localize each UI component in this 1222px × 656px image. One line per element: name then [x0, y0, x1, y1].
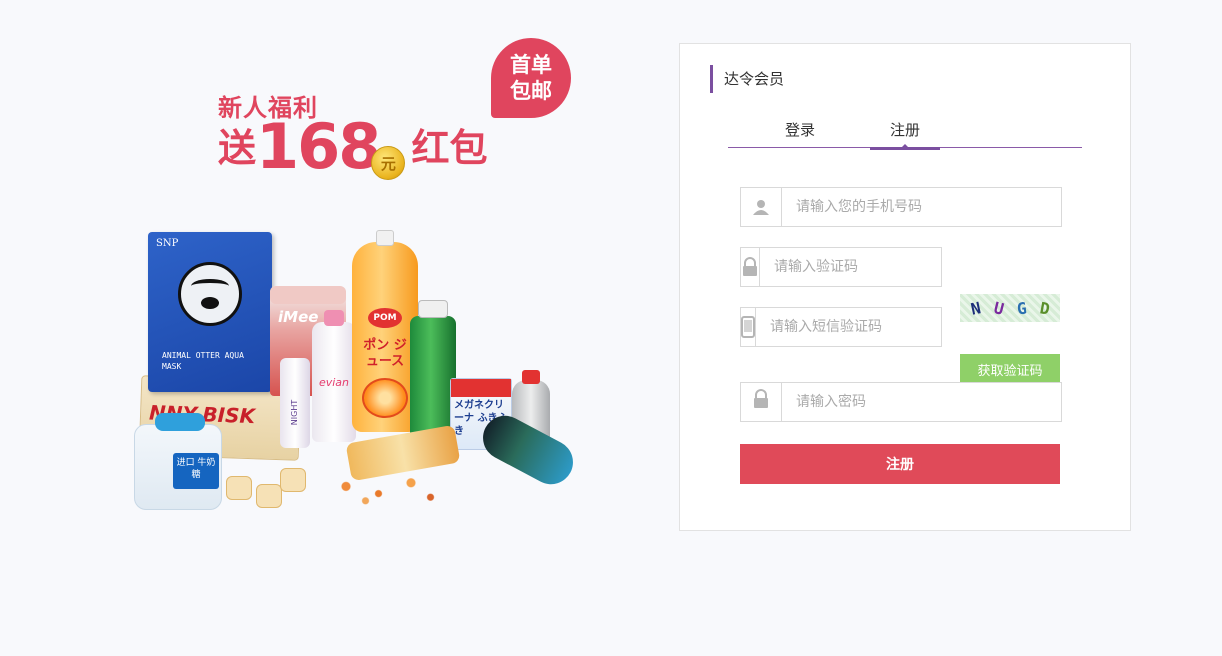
register-submit-button[interactable]: 注册	[740, 444, 1060, 484]
promo-send-text: 送	[218, 126, 257, 170]
sms-code-field	[740, 307, 944, 347]
captcha-char: U	[991, 297, 1006, 319]
tab-register-label: 注册	[889, 121, 920, 139]
evian-cap	[324, 310, 344, 326]
lock-icon	[741, 248, 760, 286]
evian-label: evian	[318, 376, 350, 389]
promo-offer: 送 168 元 红包	[218, 108, 488, 183]
milk-candy-jar-image: 进口 牛奶糖	[134, 413, 222, 510]
captcha-char: D	[1038, 297, 1051, 319]
badge-line1: 首单	[510, 53, 552, 77]
captcha-input[interactable]	[760, 248, 948, 286]
promo-amount: 168	[256, 110, 381, 183]
get-sms-code-button[interactable]: 获取验证码	[960, 354, 1060, 384]
mask-caption: ANIMAL OTTER AQUA MASK	[162, 351, 244, 371]
captcha-field	[740, 247, 948, 287]
product-illustration: NNY-BISK SNP ANIMAL OTTER AQUA MASK iMee…	[130, 228, 581, 518]
tin-lid	[270, 286, 346, 304]
tab-login[interactable]: 登录	[765, 114, 835, 148]
password-input[interactable]	[782, 383, 1061, 421]
lock-icon	[741, 383, 782, 421]
password-field	[740, 382, 1062, 422]
user-icon	[741, 188, 782, 226]
small-bottle-cap	[522, 370, 540, 384]
jar-label: 进口 牛奶糖	[173, 453, 219, 489]
panel-title: 达令会员	[710, 65, 784, 93]
spray-label: NIGHT	[290, 399, 300, 426]
promo-banner: 新人福利 送 168 元 红包 首单 包邮 NNY-BISK SNP ANIMA…	[0, 0, 660, 656]
captcha-image[interactable]: N U G D	[960, 294, 1060, 322]
captcha-char: G	[1015, 298, 1028, 318]
jar-cap	[155, 413, 205, 431]
tin-label: iMee	[278, 308, 319, 326]
green-bottle-pump	[418, 300, 448, 318]
snack-crumbs-image	[320, 472, 450, 508]
face-mask-box-image: SNP ANIMAL OTTER AQUA MASK	[148, 232, 272, 392]
mobile-phone-icon	[741, 308, 756, 346]
spray-bottle-image: NIGHT	[280, 358, 310, 448]
lens-wipes-header	[451, 379, 511, 397]
register-panel: 达令会员 登录 注册 N U G D	[679, 43, 1131, 531]
otter-face-icon	[178, 262, 242, 326]
badge-line2: 包邮	[510, 79, 552, 103]
phone-field	[740, 187, 1062, 227]
mask-brand-label: SNP	[156, 238, 179, 249]
pom-logo: POM	[368, 308, 402, 328]
captcha-char: N	[968, 297, 983, 319]
evian-spray-image: evian	[312, 310, 356, 442]
coin-icon: 元	[371, 146, 406, 180]
candy-image	[226, 476, 252, 500]
phone-input[interactable]	[782, 188, 1061, 226]
pom-label: ポン ジュース	[363, 338, 407, 369]
promo-red-packet-text: 红包	[411, 126, 488, 170]
candy-image	[280, 468, 306, 492]
orange-slice-icon	[362, 378, 408, 418]
candy-image	[256, 484, 282, 508]
auth-tabs: 登录 注册	[728, 114, 1082, 150]
caret-up-icon	[901, 144, 909, 148]
tab-register[interactable]: 注册	[870, 114, 940, 150]
sms-code-input[interactable]	[756, 308, 944, 346]
free-shipping-badge: 首单 包邮	[491, 38, 571, 118]
pom-cap	[376, 230, 394, 246]
pom-juice-bottle-image: POM ポン ジュース	[352, 230, 418, 432]
